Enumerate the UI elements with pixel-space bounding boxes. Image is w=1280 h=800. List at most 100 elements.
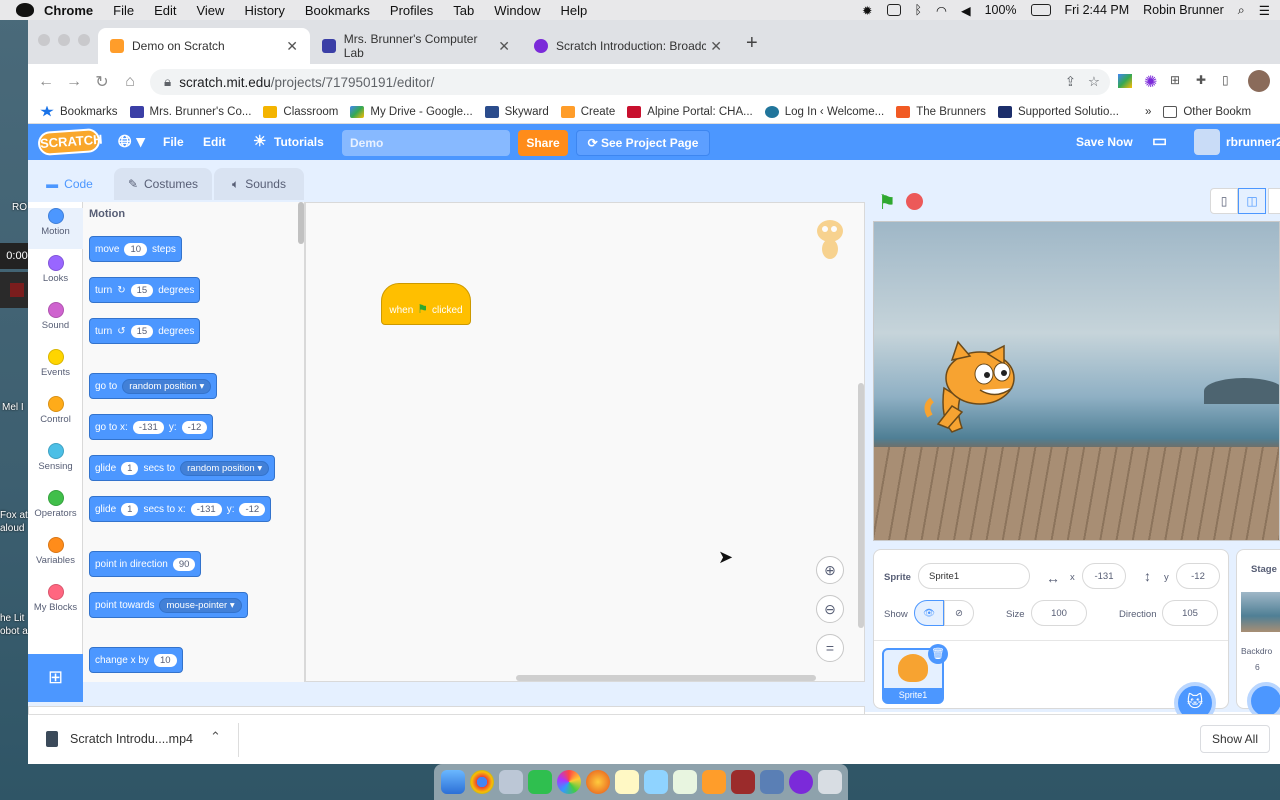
share-icon[interactable]: ⇪: [1065, 74, 1076, 90]
zoom-reset-button[interactable]: =: [816, 634, 844, 662]
bookmark-item[interactable]: Mrs. Brunner's Co...: [129, 105, 251, 118]
bookmark-star-icon[interactable]: ☆: [1088, 74, 1100, 90]
bluetooth-icon[interactable]: ᛒ: [915, 3, 923, 17]
direction-input[interactable]: 105: [1162, 600, 1218, 626]
when-flag-clicked-block[interactable]: when ⚑ clicked: [381, 283, 471, 325]
script-area[interactable]: when ⚑ clicked ⊕ ⊖ = ➤: [305, 202, 865, 682]
block-glide-xy[interactable]: glide 1 secs to x: -131 y: -12: [89, 496, 272, 522]
battery-icon[interactable]: [1030, 4, 1051, 16]
more-bookmarks-button[interactable]: »: [1145, 106, 1151, 118]
y-input[interactable]: -12: [181, 420, 208, 434]
vertical-scrollbar[interactable]: [858, 383, 864, 628]
direction-input[interactable]: 90: [172, 557, 196, 571]
volume-icon[interactable]: ◀: [961, 3, 971, 18]
bookmark-item[interactable]: Alpine Portal: CHA...: [627, 105, 753, 118]
zoom-in-button[interactable]: ⊕: [816, 556, 844, 584]
sidebar-icon[interactable]: ▯: [1222, 73, 1229, 87]
trash-icon[interactable]: [817, 770, 842, 794]
category-variables[interactable]: Variables: [28, 537, 83, 578]
extension-icon[interactable]: ✺: [1144, 72, 1157, 92]
stop-button[interactable]: [906, 193, 923, 210]
zoom-out-button[interactable]: ⊖: [816, 595, 844, 623]
puzzle-icon[interactable]: ✚: [1196, 73, 1206, 87]
profile-avatar[interactable]: [1248, 70, 1270, 92]
app-icon[interactable]: [759, 770, 784, 794]
scratch-app-icon[interactable]: [701, 770, 726, 794]
back-icon[interactable]: ←: [32, 73, 60, 91]
category-operators[interactable]: Operators: [28, 490, 83, 531]
target-dropdown[interactable]: random position ▾: [122, 378, 212, 394]
menu-profiles[interactable]: Profiles: [390, 3, 433, 18]
clock[interactable]: Fri 2:44 PM: [1065, 3, 1130, 17]
block-move-steps[interactable]: move 10 steps: [89, 236, 182, 262]
tab-computer-lab[interactable]: Mrs. Brunner's Computer Lab ✕: [310, 28, 522, 64]
block-go-to-xy[interactable]: go to x: -131 y: -12: [89, 414, 214, 440]
green-flag-button[interactable]: ⚑: [878, 190, 896, 215]
category-my-blocks[interactable]: My Blocks: [28, 584, 83, 625]
size-input[interactable]: 100: [1031, 600, 1087, 626]
menu-help[interactable]: Help: [561, 3, 588, 18]
forward-icon[interactable]: →: [60, 73, 88, 91]
category-control[interactable]: Control: [28, 396, 83, 437]
sprite-name-input[interactable]: Sprite1: [918, 563, 1030, 589]
degrees-input[interactable]: 15: [130, 283, 154, 297]
screen-icon[interactable]: [886, 4, 901, 16]
save-now-button[interactable]: Save Now: [1076, 124, 1133, 160]
notes-icon[interactable]: [614, 770, 639, 794]
menu-edit[interactable]: Edit: [154, 3, 176, 18]
url-field[interactable]: 🔒︎ scratch.mit.edu/projects/717950191/ed…: [150, 69, 1110, 95]
user-name[interactable]: Robin Brunner: [1143, 3, 1224, 17]
my-stuff-folder-icon[interactable]: ▭: [1152, 124, 1167, 160]
menu-tab[interactable]: Tab: [453, 3, 474, 18]
app-icon[interactable]: [788, 770, 813, 794]
secs-input[interactable]: 1: [121, 461, 139, 475]
tutorials-button[interactable]: Tutorials: [274, 124, 324, 160]
minimize-window-button[interactable]: [58, 34, 70, 46]
palette-scrollbar[interactable]: [298, 202, 304, 244]
chevron-up-icon[interactable]: ⌃: [210, 729, 221, 745]
dictionary-icon[interactable]: [730, 770, 755, 794]
photos-icon[interactable]: [556, 770, 581, 794]
globe-icon[interactable]: 🌐︎ ▾: [118, 124, 145, 160]
large-stage-button[interactable]: ◫: [1238, 188, 1266, 214]
x-input[interactable]: -131: [132, 420, 164, 434]
tab-sounds[interactable]: 🔈︎ Sounds: [214, 168, 304, 200]
degrees-input[interactable]: 15: [130, 324, 154, 338]
wifi-icon[interactable]: ◠: [936, 3, 947, 18]
app-icon[interactable]: [672, 770, 697, 794]
menu-file[interactable]: File: [113, 3, 134, 18]
bookmark-item[interactable]: My Drive - Google...: [350, 105, 473, 118]
menu-history[interactable]: History: [244, 3, 284, 18]
firefox-icon[interactable]: [585, 770, 610, 794]
block-turn-left[interactable]: turn ↺ 15 degrees: [89, 318, 201, 344]
launchpad-icon[interactable]: [498, 770, 523, 794]
x-position-input[interactable]: -131: [1082, 563, 1126, 589]
username[interactable]: rbrunner2: [1226, 124, 1280, 160]
show-visible-button[interactable]: 👁︎: [914, 600, 944, 626]
category-sound[interactable]: Sound: [28, 302, 83, 343]
block-glide[interactable]: glide 1 secs to random position ▾: [89, 455, 276, 481]
drive-extension-icon[interactable]: [1118, 74, 1132, 88]
finder-icon[interactable]: [440, 770, 465, 794]
bookmark-folder[interactable]: Other Bookm: [1163, 105, 1251, 118]
file-menu[interactable]: File: [163, 124, 184, 160]
status-icon[interactable]: ✹: [862, 3, 872, 18]
avatar[interactable]: [1194, 129, 1220, 155]
stage-canvas[interactable]: [873, 221, 1280, 541]
menu-bookmarks[interactable]: Bookmarks: [305, 3, 370, 18]
tab-demo-on-scratch[interactable]: Demo on Scratch ✕: [98, 28, 310, 64]
bookmark-item[interactable]: Classroom: [263, 105, 338, 118]
fullscreen-button[interactable]: [1268, 188, 1280, 214]
close-tab-icon[interactable]: ✕: [498, 38, 510, 55]
new-tab-button[interactable]: +: [746, 32, 758, 55]
download-filename[interactable]: Scratch Introdu....mp4: [70, 732, 193, 746]
apple-icon[interactable]: [16, 3, 34, 17]
show-all-button[interactable]: Show All: [1200, 725, 1270, 753]
tab-scratch-introduction[interactable]: Scratch Introduction: Broadca ✕: [522, 28, 734, 64]
steps-input[interactable]: 10: [124, 242, 148, 256]
bookmark-item[interactable]: The Brunners: [896, 105, 986, 118]
delete-sprite-icon[interactable]: 🗑︎: [928, 644, 948, 664]
y-position-input[interactable]: -12: [1176, 563, 1220, 589]
category-motion[interactable]: Motion: [28, 208, 83, 249]
x-input[interactable]: -131: [190, 502, 222, 516]
